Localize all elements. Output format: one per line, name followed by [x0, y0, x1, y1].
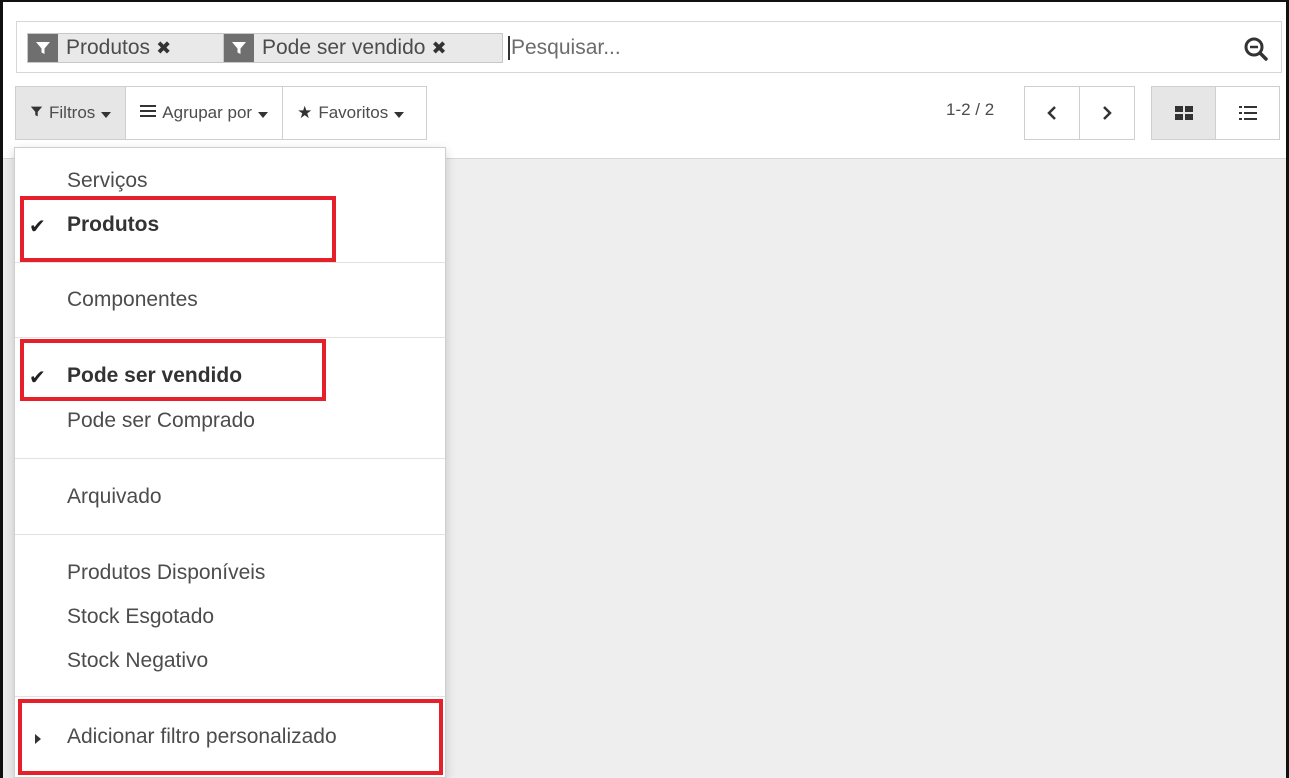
frame-border [0, 0, 1289, 2]
bars-icon [140, 103, 157, 123]
filter-item-componentes[interactable]: Componentes [67, 288, 198, 312]
highlight-box-produtos [20, 196, 336, 262]
remove-facet-icon[interactable]: ✖ [156, 38, 171, 59]
facet-produtos: Produtos ✖ [27, 33, 225, 63]
filter-icon [224, 34, 254, 62]
filter-item-produtos-disponiveis[interactable]: Produtos Disponíveis [67, 561, 265, 585]
menu-divider [15, 458, 445, 459]
chevron-down-icon [101, 111, 112, 118]
chevron-down-icon [258, 111, 269, 118]
highlight-box-custom-filter [18, 699, 443, 775]
chevron-left-icon [1047, 106, 1056, 120]
filter-item-stock-negativo[interactable]: Stock Negativo [67, 649, 208, 673]
facet-pode-ser-vendido: Pode ser vendido ✖ [223, 33, 503, 63]
highlight-box-pode-ser-vendido [20, 339, 326, 401]
groupby-label: Agrupar por [162, 103, 253, 122]
pager-value[interactable]: 1-2 / 2 [946, 100, 994, 120]
text-cursor [508, 36, 510, 60]
groupby-button[interactable]: Agrupar por [125, 86, 284, 140]
view-switcher [1151, 86, 1280, 140]
kanban-icon [1174, 106, 1193, 120]
search-input[interactable] [507, 33, 1115, 63]
search-icon[interactable] [1243, 36, 1269, 62]
filter-item-arquivado[interactable]: Arquivado [67, 485, 162, 509]
list-icon [1238, 106, 1257, 120]
search-bar[interactable]: Produtos ✖ Pode ser vendido ✖ [16, 21, 1282, 73]
filter-icon [28, 34, 58, 62]
filter-item-stock-esgotado[interactable]: Stock Esgotado [67, 605, 214, 629]
filter-item-servicos[interactable]: Serviços [67, 169, 148, 193]
remove-facet-icon[interactable]: ✖ [431, 38, 446, 59]
favorites-button[interactable]: ★ Favoritos [282, 86, 428, 140]
star-icon: ★ [297, 103, 313, 122]
kanban-view-button[interactable] [1151, 86, 1216, 140]
list-view-button[interactable] [1215, 86, 1280, 140]
filter-icon [30, 103, 43, 123]
facet-label: Pode ser vendido [262, 36, 426, 59]
menu-divider [15, 696, 445, 697]
chevron-right-icon [1103, 106, 1112, 120]
menu-divider [15, 534, 445, 535]
menu-divider [15, 262, 445, 263]
filters-button[interactable]: Filtros [15, 86, 127, 140]
menu-divider [15, 337, 445, 338]
pager-buttons [1024, 86, 1135, 140]
search-options-group: Filtros Agrupar por ★ Favoritos [15, 86, 428, 140]
frame-border [0, 0, 3, 778]
pager-previous-button[interactable] [1024, 86, 1080, 140]
facet-label: Produtos [66, 36, 151, 59]
chevron-down-icon [394, 111, 405, 118]
favorites-label: Favoritos [318, 103, 389, 122]
filter-item-pode-ser-comprado[interactable]: Pode ser Comprado [67, 409, 255, 433]
filters-label: Filtros [49, 103, 96, 122]
pager-next-button[interactable] [1079, 86, 1135, 140]
